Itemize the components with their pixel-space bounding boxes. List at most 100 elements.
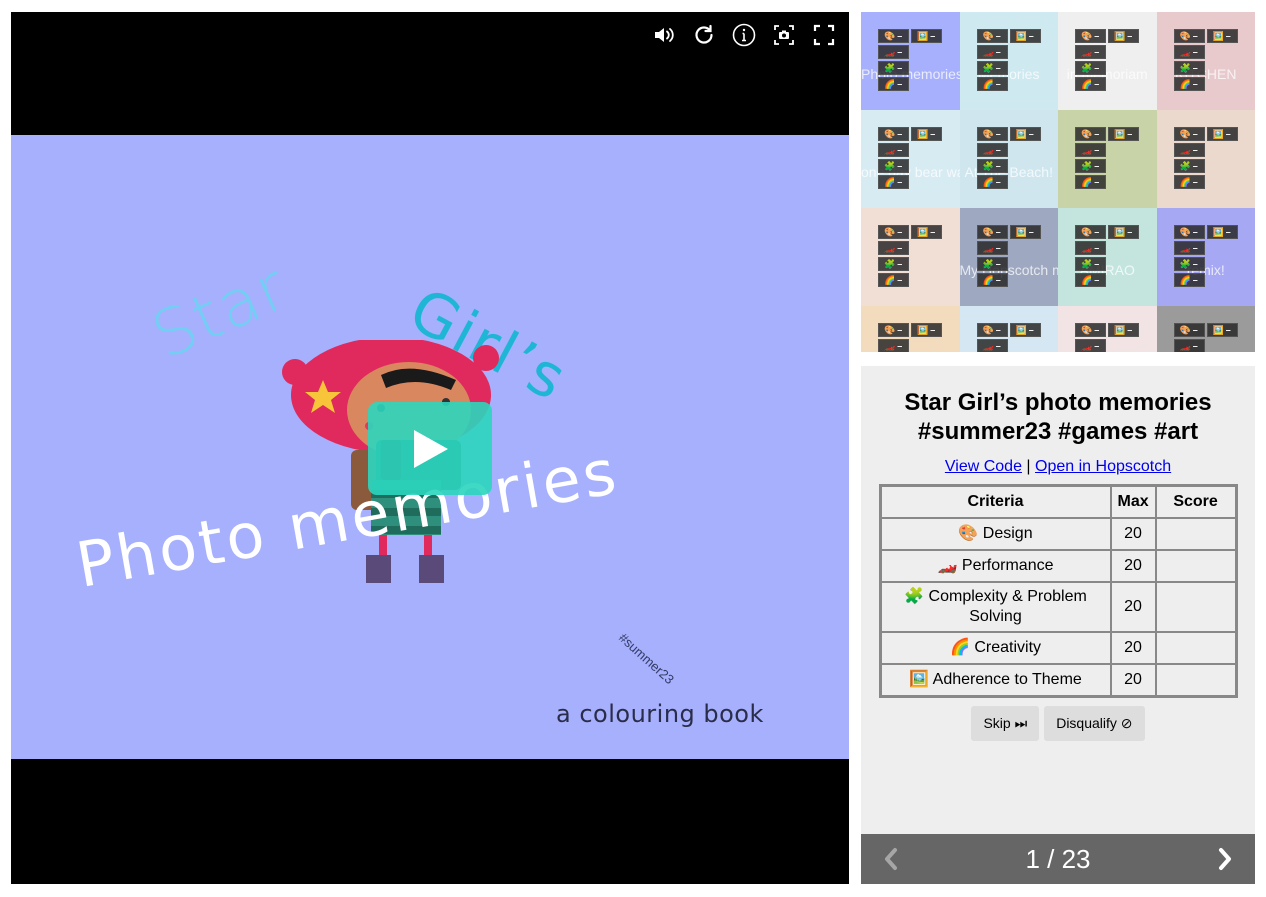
theme-icon: 🖼️ — [917, 226, 929, 237]
performance-badge: 🏎️ – — [976, 339, 1008, 352]
performance-icon: 🏎️ — [982, 242, 994, 253]
performance-badge: 🏎️ – — [878, 143, 909, 157]
gallery-thumbnail[interactable]: Memories🎨–🖼️–🏎️–🧩–🌈– — [1156, 306, 1255, 352]
theme-badge: 🖼️ – — [1009, 127, 1041, 141]
design-badge: 🎨 – — [1075, 127, 1106, 141]
score-cell[interactable] — [1155, 518, 1236, 550]
design-badge: 🎨 – — [1173, 127, 1205, 141]
info-button[interactable] — [731, 22, 757, 48]
badge-value: – — [995, 62, 1001, 73]
design-icon: 🎨 — [1179, 226, 1191, 237]
theme-icon: 🖼️ — [1114, 226, 1126, 237]
badge-value: – — [1192, 78, 1198, 89]
gallery-thumbnail[interactable]: 🎨–🖼️–🏎️–🧩–🌈– — [1156, 110, 1255, 208]
design-badge: 🎨 – — [878, 225, 909, 239]
gallery-thumbnail[interactable]: SUMMER!!!🎨–🖼️–🏎️–🧩–🌈– — [861, 306, 960, 352]
criteria-label: Design — [982, 525, 1033, 542]
theme-icon: 🖼️ — [917, 30, 929, 41]
gallery-thumbnail[interactable]: Photo memories 🎨 – 🖼️ – 🏎️ – 🧩 – 🌈 – — [861, 12, 960, 110]
performance-icon: 🏎️ — [884, 340, 896, 351]
performance-icon: 🏎️ — [1081, 144, 1093, 155]
design-icon: 🎨 — [884, 226, 896, 237]
gallery-thumbnail[interactable]: At The Beach! 🎨 – 🖼️ – 🏎️ – 🧩 – 🌈 – — [959, 110, 1058, 208]
badge-value: – — [1192, 62, 1198, 73]
volume-button[interactable] — [651, 22, 677, 48]
gallery-thumbnail[interactable]: AMIRAO 🎨 – 🖼️ – 🏎️ – 🧩 – 🌈 – — [1058, 208, 1157, 306]
score-cell[interactable] — [1155, 632, 1236, 664]
theme-badge: 🖼️ – — [911, 225, 942, 239]
gallery-thumbnail[interactable]: 🎨–🖼️–🏎️–🧩–🌈– — [1058, 110, 1157, 208]
project-info-panel: Star Girl’s photo memories #summer23 #ga… — [861, 366, 1255, 834]
table-row: 🌈 Creativity 20 — [880, 632, 1236, 664]
design-badge: 🎨 – — [878, 127, 909, 141]
complexity-badge: 🧩 – — [1075, 159, 1106, 173]
disqualify-button[interactable]: Disqualify ⊘ — [1044, 706, 1145, 741]
score-badges: 🎨–🖼️–🏎️–🧩–🌈– — [1173, 29, 1238, 91]
complexity-badge: 🧩 – — [976, 61, 1008, 75]
puzzle-icon: 🧩 — [904, 588, 925, 605]
theme-icon: 🖼️ — [1015, 226, 1027, 237]
score-badges: 🎨–🖼️–🏎️–🧩–🌈– — [1075, 127, 1139, 189]
design-icon: 🎨 — [1179, 128, 1191, 139]
view-code-link[interactable]: View Code — [945, 458, 1022, 475]
screenshot-button[interactable] — [771, 22, 797, 48]
performance-badge: 🏎️ – — [878, 241, 909, 255]
badge-value: – — [995, 176, 1001, 187]
gallery-thumbnail[interactable]: My Hopscotch memories🎨–🖼️–🏎️–🧩–🌈– — [959, 208, 1058, 306]
palette-icon: 🎨 — [958, 525, 979, 542]
performance-icon: 🏎️ — [884, 242, 896, 253]
gallery-thumbnail[interactable]: in memoriam 🎨 – 🖼️ – 🏎️ – 🧩 – 🌈 – — [1058, 12, 1157, 110]
score-cell[interactable] — [1155, 664, 1236, 696]
creativity-badge: 🌈 – — [976, 273, 1008, 287]
design-icon: 🎨 — [1179, 30, 1191, 41]
open-in-hopscotch-link[interactable]: Open in Hopscotch — [1035, 458, 1171, 475]
badge-value: – — [1094, 78, 1100, 89]
gallery-thumbnail[interactable]: 🎨–🖼️–🏎️–🧩–🌈– — [861, 208, 960, 306]
badge-value: – — [1192, 30, 1198, 41]
play-button[interactable] — [368, 402, 492, 495]
badge-value: – — [897, 160, 903, 171]
performance-icon: 🏎️ — [1179, 144, 1191, 155]
badge-value: – — [1225, 226, 1231, 237]
project-links: View Code | Open in Hopscotch — [861, 458, 1255, 476]
complexity-icon: 🧩 — [884, 160, 896, 171]
next-button[interactable] — [1195, 834, 1255, 884]
design-badge: 🎨 – — [878, 323, 909, 337]
complexity-badge: 🧩 – — [1173, 159, 1205, 173]
project-stage[interactable]: Star Girl’s Photo memories #summer23 a c… — [11, 135, 849, 759]
theme-icon: 🖼️ — [1114, 30, 1126, 41]
gallery-thumbnail[interactable]: remix! 🎨 – 🖼️ – 🏎️ – 🧩 – 🌈 – — [1156, 208, 1255, 306]
pagination-bar: 1 / 23 — [861, 834, 1255, 884]
design-icon: 🎨 — [1081, 30, 1093, 41]
complexity-icon: 🧩 — [982, 160, 994, 171]
table-row: 🎨 Design 20 — [880, 518, 1236, 550]
max-cell: 20 — [1110, 518, 1156, 550]
design-badge: 🎨 – — [976, 29, 1008, 43]
criteria-cell: 🎨 Design — [880, 518, 1111, 550]
score-cell[interactable] — [1155, 582, 1236, 632]
badge-value: – — [995, 274, 1001, 285]
performance-icon: 🏎️ — [1081, 242, 1093, 253]
gallery-thumbnail[interactable]: one day bear was looking at a🎨–🖼️–🏎️–🧩–🌈… — [861, 110, 960, 208]
gallery-thumbnail[interactable]: KITCHEN 🎨 – 🖼️ – 🏎️ – 🧩 – 🌈 – — [1156, 12, 1255, 110]
restart-button[interactable] — [691, 22, 717, 48]
gallery-thumbnail[interactable]: 🎨–🖼️–🏎️–🧩–🌈– — [1058, 306, 1157, 352]
complexity-icon: 🧩 — [1081, 62, 1093, 73]
skip-button[interactable]: Skip ⏭ — [971, 706, 1040, 741]
design-badge: 🎨 – — [976, 225, 1008, 239]
theme-badge: 🖼️ – — [1009, 225, 1041, 239]
score-cell[interactable] — [1155, 550, 1236, 582]
theme-badge: 🖼️ – — [1206, 29, 1238, 43]
badge-value: – — [1192, 324, 1198, 335]
gallery-thumbnail[interactable]: 🎨–🖼️–🏎️–🧩–🌈– — [959, 306, 1058, 352]
badge-value: – — [897, 46, 903, 57]
performance-badge: 🏎️ – — [878, 45, 909, 59]
fullscreen-button[interactable] — [811, 22, 837, 48]
gallery-thumbnail[interactable]: Memories🎨–🖼️–🏎️–🧩–🌈– — [959, 12, 1058, 110]
design-badge: 🎨 – — [1075, 323, 1106, 337]
performance-badge: 🏎️ – — [1173, 45, 1205, 59]
chevron-left-icon — [885, 848, 897, 870]
score-badges: 🎨–🖼️–🏎️–🧩–🌈– — [1173, 225, 1238, 287]
previous-button[interactable] — [861, 834, 921, 884]
badge-value: – — [897, 144, 903, 155]
